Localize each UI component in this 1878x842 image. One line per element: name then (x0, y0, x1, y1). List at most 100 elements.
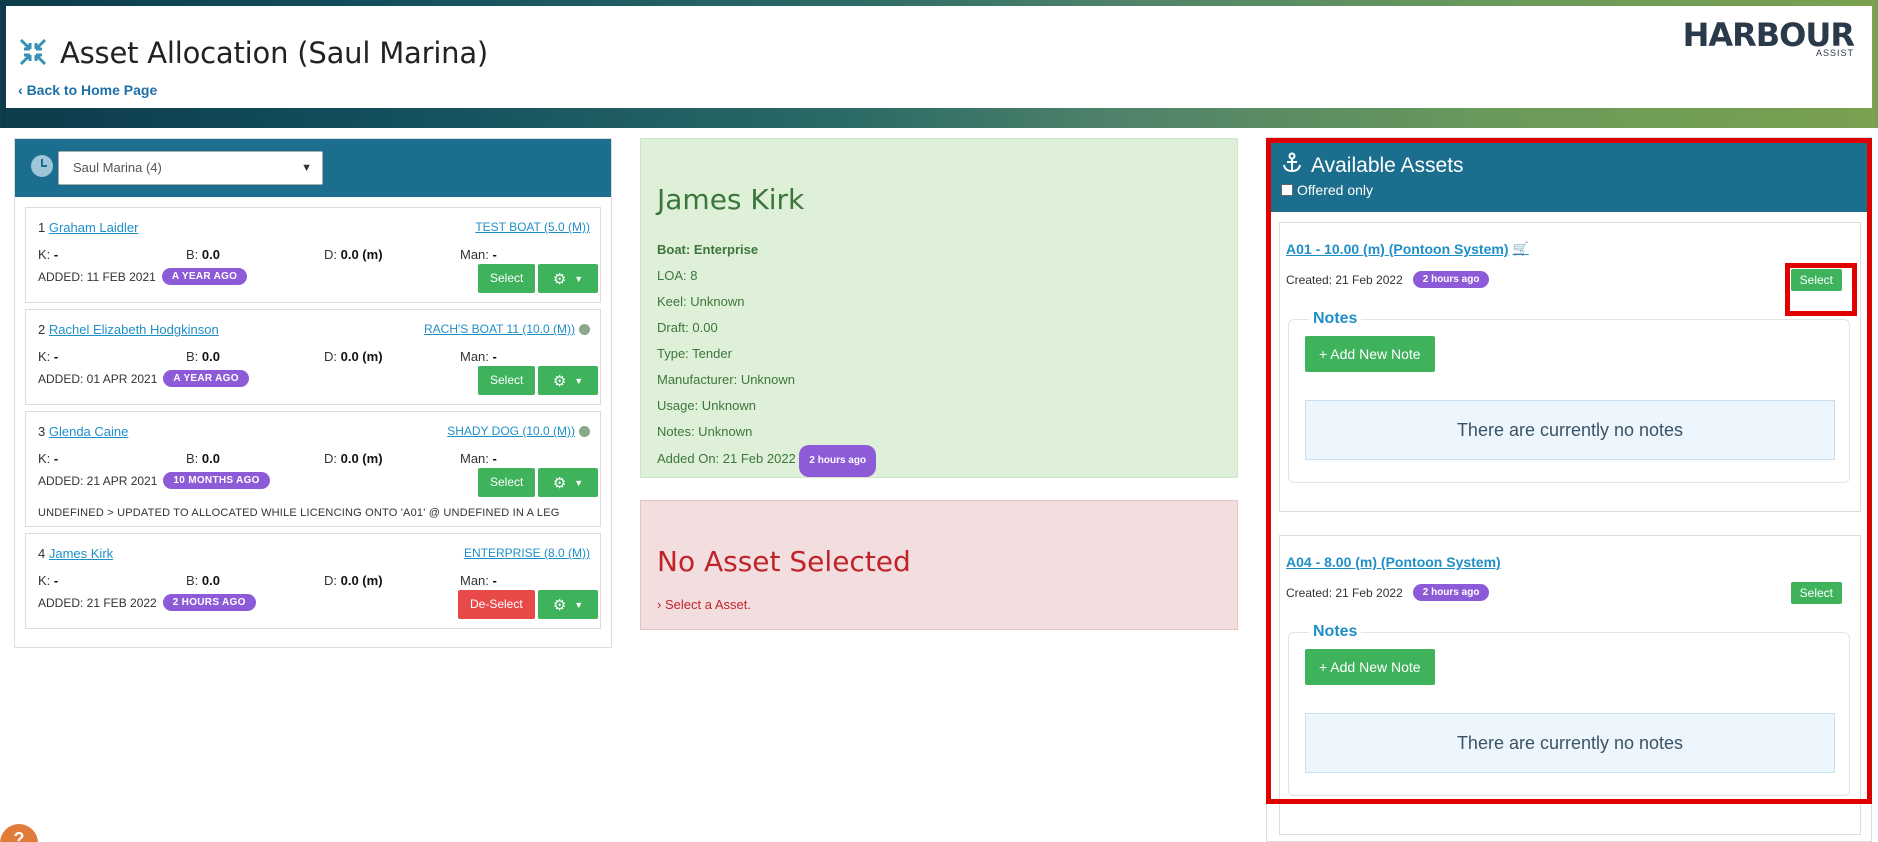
boat-link[interactable]: TEST BOAT (5.0 (M)) (475, 220, 590, 234)
back-to-home-link[interactable]: ‹ Back to Home Page (18, 82, 157, 98)
options-dropdown-button[interactable]: ⚙ ▼ (538, 590, 598, 619)
options-dropdown-button[interactable]: ⚙ ▼ (538, 468, 598, 497)
offered-only-checkbox[interactable] (1281, 184, 1293, 196)
selected-client-name: James Kirk (657, 183, 805, 216)
clock-icon (579, 323, 590, 335)
client-number: 1 (38, 220, 46, 235)
plus-icon: + (1319, 346, 1331, 362)
man-value: - (492, 573, 497, 588)
client-heading: 2 Rachel Elizabeth Hodgkinson (38, 322, 219, 337)
manufacturer-stat: Man: - (460, 573, 497, 588)
selected-client-details: Boat: Enterprise LOA: 8 Keel: Unknown Dr… (657, 237, 877, 477)
asset-status-title: No Asset Selected (657, 545, 911, 578)
client-name-link[interactable]: Glenda Caine (49, 424, 129, 439)
beam-label: B: (186, 349, 199, 364)
added-info: ADDED: 01 APR 2021 A YEAR AGO (38, 370, 249, 387)
draft-stat: D: 0.0 (m) (324, 247, 383, 262)
client-number: 4 (38, 546, 46, 561)
asset-link[interactable]: A01 - 10.00 (m) (Pontoon System) 🛒 (1286, 241, 1529, 257)
select-asset-button[interactable]: Select (1790, 269, 1842, 291)
loa: LOA: 8 (657, 268, 698, 283)
options-dropdown-button[interactable]: ⚙ ▼ (538, 366, 598, 395)
usage: Usage: Unknown (657, 398, 756, 413)
keel-label: K: (38, 247, 51, 262)
boat-link[interactable]: ENTERPRISE (8.0 (M)) (464, 546, 590, 560)
offered-only-toggle[interactable]: Offered only (1281, 182, 1373, 198)
added-date: ADDED: 01 APR 2021 (38, 371, 158, 386)
keel-stat: K: - (38, 573, 58, 588)
add-note-button[interactable]: + Add New Note (1305, 336, 1435, 372)
notes-fieldset: Notes + Add New Note There are currently… (1288, 310, 1850, 483)
client-card: 1 Graham Laidler TEST BOAT (5.0 (M)) K: … (25, 207, 601, 303)
draft-stat: D: 0.0 (m) (324, 573, 383, 588)
keel-label: K: (38, 349, 51, 364)
keel-stat: K: - (38, 349, 58, 364)
gear-icon: ⚙ (552, 270, 567, 288)
draft-label: D: (324, 349, 337, 364)
select-button[interactable]: Select (478, 366, 536, 395)
beam-value: 0.0 (201, 451, 220, 466)
manufacturer-stat: Man: - (460, 349, 497, 364)
keel-label: K: (38, 451, 51, 466)
select-asset-button[interactable]: Select (1790, 582, 1842, 604)
added-info: ADDED: 21 APR 2021 10 MONTHS AGO (38, 472, 270, 489)
draft-stat: D: 0.0 (m) (324, 349, 383, 364)
caret-down-icon: ▼ (574, 477, 584, 488)
asset-created: Created: 21 Feb 2022 2 hours ago (1286, 271, 1490, 288)
anchor-icon (1281, 152, 1303, 180)
select-button[interactable]: Select (478, 468, 536, 497)
keel-value: - (53, 573, 59, 588)
client-card: 3 Glenda Caine SHADY DOG (10.0 (M)) K: -… (25, 411, 601, 527)
notes: Notes: Unknown (657, 424, 753, 439)
compress-arrows-icon (18, 37, 48, 70)
boat-link[interactable]: RACH'S BOAT 11 (10.0 (M)) (424, 322, 590, 336)
added-date: ADDED: 21 FEB 2022 (38, 595, 157, 610)
keel-value: - (53, 349, 59, 364)
chevron-down-icon: ▼ (301, 162, 312, 174)
available-assets-title: Available Assets (1281, 152, 1464, 180)
boat-link[interactable]: SHADY DOG (10.0 (M)) (447, 424, 590, 438)
asset-link-label: A04 - 8.00 (m) (Pontoon System) (1286, 554, 1501, 570)
gear-icon: ⚙ (552, 474, 567, 492)
keel-value: - (53, 247, 59, 262)
asset-created-date: Created: 21 Feb 2022 (1286, 585, 1403, 600)
age-badge: 2 hours ago (799, 445, 877, 477)
client-card: 4 James Kirk ENTERPRISE (8.0 (M)) K: - B… (25, 533, 601, 629)
client-card: 2 Rachel Elizabeth Hodgkinson RACH'S BOA… (25, 309, 601, 405)
marina-select[interactable]: Saul Marina (4) ▼ (58, 151, 323, 185)
age-badge: 10 MONTHS AGO (163, 472, 270, 489)
asset-status-hint: › Select a Asset. (657, 597, 751, 612)
client-name-link[interactable]: Graham Laidler (49, 220, 139, 235)
add-note-button[interactable]: + Add New Note (1305, 649, 1435, 685)
added-on: Added On: 21 Feb 2022 2 hours ago (657, 445, 877, 477)
caret-down-icon: ▼ (574, 273, 584, 284)
boat-type: Type: Tender (657, 346, 732, 361)
no-notes-message: There are currently no notes (1305, 400, 1835, 460)
client-heading: 1 Graham Laidler (38, 220, 138, 235)
beam-label: B: (186, 451, 199, 466)
chevron-right-icon: › (657, 597, 665, 612)
man-value: - (492, 247, 497, 262)
boat-link-label: ENTERPRISE (8.0 (M)) (463, 546, 590, 560)
age-badge: A YEAR AGO (161, 268, 248, 285)
select-button[interactable]: Select (478, 264, 536, 293)
beam-stat: B: 0.0 (186, 451, 220, 466)
title-row: Asset Allocation (Saul Marina) (18, 36, 488, 70)
draft-label: D: (324, 573, 337, 588)
age-badge: 2 hours ago (1412, 271, 1490, 288)
draft-value: 0.0 (m) (340, 349, 383, 364)
clients-panel-header: Saul Marina (4) ▼ (15, 139, 611, 197)
beam-stat: B: 0.0 (186, 247, 220, 262)
beam-stat: B: 0.0 (186, 349, 220, 364)
draft-value: 0.0 (m) (340, 247, 383, 262)
client-name-link[interactable]: Rachel Elizabeth Hodgkinson (49, 322, 219, 337)
keel-stat: K: - (38, 451, 58, 466)
asset-link[interactable]: A04 - 8.00 (m) (Pontoon System) (1286, 554, 1501, 570)
options-dropdown-button[interactable]: ⚙ ▼ (538, 264, 598, 293)
man-label: Man: (460, 451, 489, 466)
beam-value: 0.0 (201, 573, 220, 588)
client-name-link[interactable]: James Kirk (49, 546, 113, 561)
man-value: - (492, 349, 497, 364)
deselect-button[interactable]: De-Select (458, 590, 535, 619)
beam-value: 0.0 (201, 349, 220, 364)
